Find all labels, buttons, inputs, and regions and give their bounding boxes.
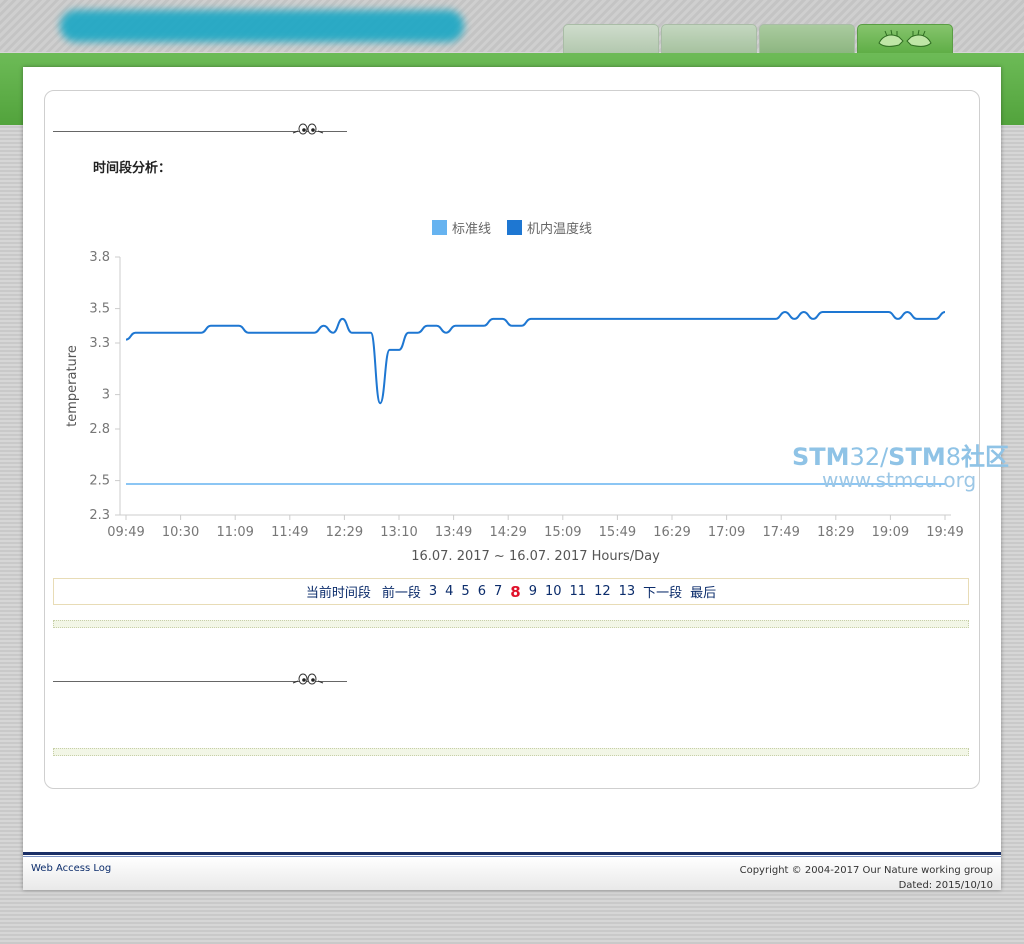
pager-page-8-current[interactable]: 8 bbox=[510, 583, 520, 601]
x-tick-label: 11:49 bbox=[271, 525, 308, 540]
nav-tab-3[interactable] bbox=[759, 24, 855, 54]
eyes-icon bbox=[292, 673, 324, 685]
x-tick-label: 17:09 bbox=[708, 525, 745, 540]
legend-item-standard[interactable]: 标准线 bbox=[431, 218, 491, 237]
x-tick-label: 19:09 bbox=[872, 525, 909, 540]
wm-stm: STM bbox=[792, 443, 850, 471]
pager-page-5[interactable]: 5 bbox=[461, 584, 469, 599]
x-tick-label: 11:09 bbox=[216, 525, 253, 540]
x-tick-label: 17:49 bbox=[762, 525, 799, 540]
y-tick-label: 3.3 bbox=[89, 336, 110, 351]
pager-current-segment[interactable]: 当前时间段 bbox=[306, 582, 371, 601]
x-axis-label: 16.07. 2017 ~ 16.07. 2017 Hours/Day bbox=[411, 549, 660, 564]
pager-page-12[interactable]: 12 bbox=[594, 584, 611, 599]
x-tick-label: 12:29 bbox=[326, 525, 363, 540]
x-tick-label: 14:29 bbox=[489, 525, 526, 540]
time-segment-pager: 当前时间段 前一段 3 4 5 6 7 8 9 10 11 12 13 下一段 … bbox=[53, 578, 969, 605]
wm-community: 社区 bbox=[961, 443, 1009, 471]
ornament-divider-bottom bbox=[53, 671, 347, 685]
pager-page-10[interactable]: 10 bbox=[545, 584, 562, 599]
pager-page-4[interactable]: 4 bbox=[445, 584, 453, 599]
footer-dated: Dated: 2015/10/10 bbox=[898, 880, 993, 891]
pager-page-11[interactable]: 11 bbox=[570, 584, 587, 599]
nav-tabs bbox=[563, 24, 953, 54]
footer-copyright: Copyright © 2004-2017 Our Nature working… bbox=[739, 865, 993, 876]
y-tick-label: 3.8 bbox=[89, 250, 110, 265]
temperature-line-chart: 3.8 3.5 3.3 3 2.8 2.5 2.3 09:49 10:30 11:09 11:49 1… bbox=[65, 250, 964, 564]
x-tick-label: 13:10 bbox=[380, 525, 417, 540]
footer-info: Copyright © 2004-2017 Our Nature working… bbox=[740, 863, 993, 893]
wm-stm2: STM bbox=[888, 443, 946, 471]
pager-page-3[interactable]: 3 bbox=[429, 584, 437, 599]
separator-bar-1 bbox=[53, 620, 969, 628]
x-tick-label: 18:29 bbox=[817, 525, 854, 540]
x-tick-label: 09:49 bbox=[107, 525, 144, 540]
ornament-divider-top bbox=[53, 121, 347, 135]
x-tick-label: 15:49 bbox=[599, 525, 636, 540]
footer-rule bbox=[23, 852, 1001, 855]
eyes-icon bbox=[292, 123, 324, 135]
x-tick-label: 15:09 bbox=[544, 525, 581, 540]
web-access-log-link[interactable]: Web Access Log bbox=[31, 863, 111, 874]
legend-label-internal-temp: 机内温度线 bbox=[527, 222, 593, 237]
header-band bbox=[0, 0, 1024, 54]
hands-icon bbox=[878, 29, 932, 47]
legend-label-standard: 标准线 bbox=[451, 222, 491, 237]
x-tick-label: 16:29 bbox=[653, 525, 690, 540]
pager-page-6[interactable]: 6 bbox=[478, 584, 486, 599]
wm-8: 8 bbox=[945, 443, 961, 471]
pager-prev-button[interactable]: 前一段 bbox=[382, 582, 421, 601]
pager-page-7[interactable]: 7 bbox=[494, 584, 502, 599]
y-tick-label: 3 bbox=[102, 388, 110, 403]
main-panel: 时间段分析： 标准线 机内温度线 3.8 3.5 3.3 3 2.8 2.5 2.3 09:4… bbox=[44, 90, 980, 789]
y-tick-label: 3.5 bbox=[89, 302, 110, 317]
footer: Web Access Log Copyright © 2004-2017 Our… bbox=[23, 857, 1001, 893]
legend-swatch-standard bbox=[431, 220, 447, 235]
y-tick-label: 2.3 bbox=[89, 508, 110, 523]
stmcu-watermark: STM32/STM8社区 www.stmcu.org bbox=[792, 444, 1009, 490]
chart-legend: 标准线 机内温度线 bbox=[45, 218, 979, 237]
legend-swatch-internal-temp bbox=[507, 220, 522, 235]
section-title: 时间段分析： bbox=[93, 161, 172, 176]
nav-tab-4-active[interactable] bbox=[857, 24, 953, 54]
blurred-site-title bbox=[60, 10, 464, 42]
nav-tab-2[interactable] bbox=[661, 24, 757, 54]
y-tick-label: 2.8 bbox=[89, 422, 110, 437]
wm-32: 32/ bbox=[849, 443, 889, 471]
y-tick-label: 2.5 bbox=[89, 474, 110, 489]
x-tick-label: 13:49 bbox=[435, 525, 472, 540]
y-axis-label: temperature bbox=[65, 345, 80, 427]
pager-page-13[interactable]: 13 bbox=[619, 584, 636, 599]
pager-next-button[interactable]: 下一段 bbox=[643, 582, 682, 601]
series-line-internal-temp bbox=[125, 310, 946, 405]
nav-tab-1[interactable] bbox=[563, 24, 659, 54]
x-tick-label: 10:30 bbox=[162, 525, 199, 540]
pager-last-button[interactable]: 最后 bbox=[690, 582, 716, 601]
x-tick-label: 19:49 bbox=[926, 525, 963, 540]
legend-item-internal-temp[interactable]: 机内温度线 bbox=[507, 218, 592, 237]
watermark-url: www.stmcu.org bbox=[822, 468, 977, 492]
separator-bar-2 bbox=[53, 748, 969, 756]
pager-page-9[interactable]: 9 bbox=[529, 584, 537, 599]
watermark-brand: STM32/STM8社区 bbox=[792, 444, 1009, 470]
